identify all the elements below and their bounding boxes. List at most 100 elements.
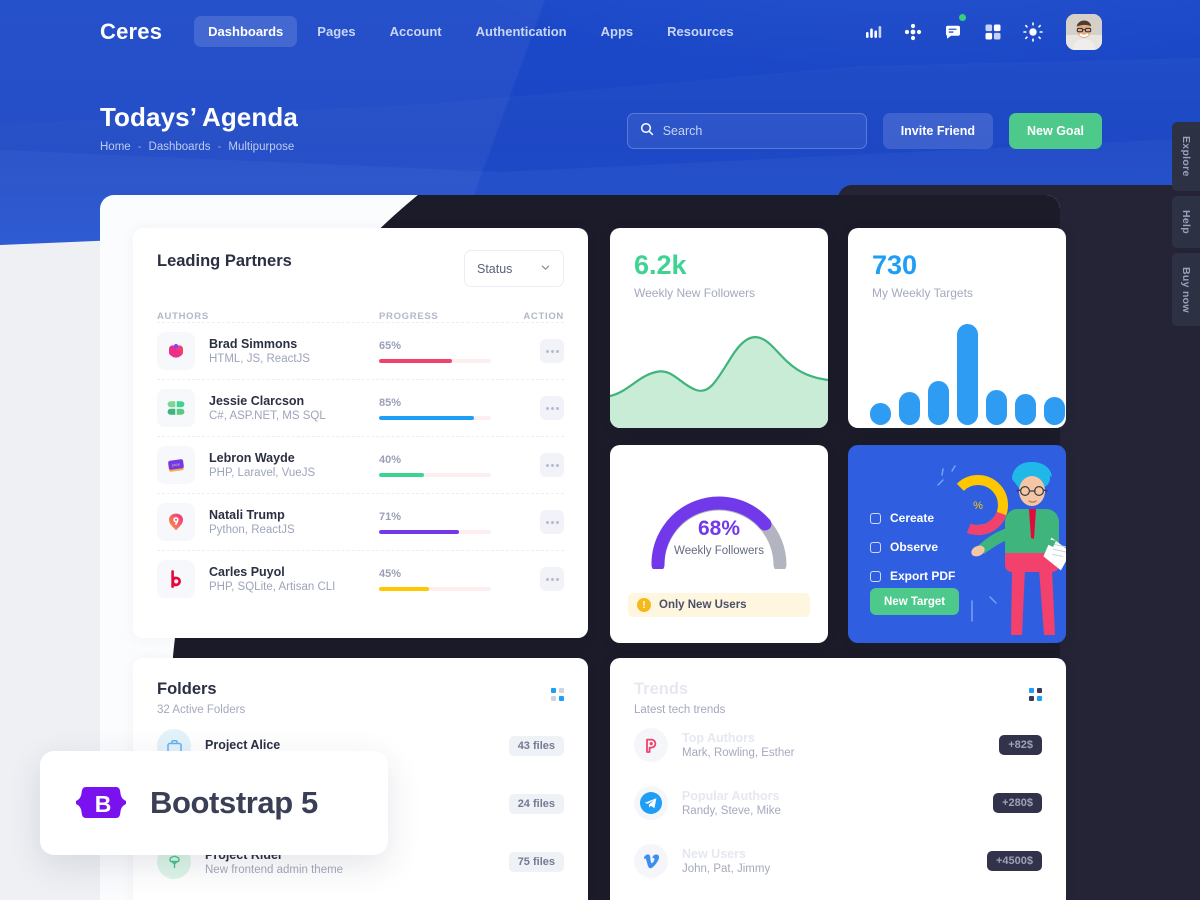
progress-bar-fill	[379, 472, 424, 477]
nav-item-resources[interactable]: Resources	[653, 16, 747, 47]
exclamation-icon: !	[637, 598, 651, 612]
chart-bar-icon[interactable]	[862, 21, 884, 43]
list-item[interactable]: Observe	[870, 540, 955, 554]
invite-friend-button[interactable]: Invite Friend	[882, 113, 994, 149]
ellipsis-icon[interactable]	[540, 567, 564, 591]
list-item[interactable]: New Users John, Pat, Jimmy +4500$	[634, 832, 1042, 890]
partner-progress: 40%	[379, 454, 519, 477]
checkbox-icon[interactable]	[870, 541, 881, 553]
ellipsis-icon[interactable]	[540, 396, 564, 420]
search-input[interactable]	[662, 124, 854, 138]
area-chart	[610, 336, 828, 428]
progress-bar	[379, 358, 491, 363]
plurk-logo-icon	[157, 332, 195, 370]
ellipsis-icon[interactable]	[540, 453, 564, 477]
status-select[interactable]: Status	[464, 250, 564, 287]
folders-subtitle: 32 Active Folders	[157, 704, 246, 716]
stat-label: Weekly New Followers	[634, 286, 756, 300]
status-badge: ! Only New Users	[628, 593, 810, 617]
checkbox-icon[interactable]	[870, 570, 881, 582]
vimeo-icon	[634, 844, 668, 878]
sparkle-icon[interactable]	[902, 21, 924, 43]
progress-bar	[379, 529, 491, 534]
trend-sub: Randy, Steve, Mike	[682, 805, 781, 817]
ellipsis-icon[interactable]	[540, 510, 564, 534]
alert-text: Only New Users	[659, 599, 747, 611]
nav-item-pages[interactable]: Pages	[303, 16, 369, 47]
row-actions	[519, 510, 564, 534]
partner-name: Carles Puyol	[209, 565, 285, 579]
partners-table-header: AUTHORS PROGRESS ACTION	[157, 311, 564, 322]
nine-badge-icon	[157, 503, 195, 541]
list-item[interactable]: Cereate	[870, 511, 955, 525]
progress-bar-fill	[379, 415, 475, 420]
partner-info: Natali Trump Python, ReactJS	[209, 508, 379, 536]
page-title: Todays’ Agenda	[100, 102, 298, 132]
partner-info: Carles Puyol PHP, SQLite, Artisan CLI	[209, 565, 379, 593]
promo-item-label: Cereate	[890, 511, 935, 525]
nav-item-apps[interactable]: Apps	[587, 16, 648, 47]
folder-sub: New frontend admin theme	[205, 864, 344, 876]
list-item[interactable]: Popular Authors Randy, Steve, Mike +280$	[634, 774, 1042, 832]
bar-chart	[870, 324, 1065, 425]
trend-sub: John, Pat, Jimmy	[682, 863, 771, 875]
side-tab-buy-now[interactable]: Buy now	[1172, 252, 1200, 327]
partner-stack: Python, ReactJS	[209, 524, 295, 536]
table-row[interactable]: Carles Puyol PHP, SQLite, Artisan CLI 45…	[157, 550, 564, 607]
status-select-value: Status	[477, 261, 513, 276]
side-tab-help[interactable]: Help	[1172, 195, 1200, 248]
table-row[interactable]: Brad Simmons HTML, JS, ReactJS 65%	[157, 322, 564, 379]
stat-label: My Weekly Targets	[872, 286, 973, 300]
breadcrumb-item-multipurpose[interactable]: Multipurpose	[228, 141, 294, 153]
folder-file-count: 43 files	[508, 736, 564, 756]
nav-item-account[interactable]: Account	[376, 16, 456, 47]
sun-icon[interactable]	[1022, 21, 1044, 43]
nav-item-dashboards[interactable]: Dashboards	[194, 16, 298, 47]
list-item[interactable]: Export PDF	[870, 569, 955, 583]
trend-info: New Users John, Pat, Jimmy	[682, 847, 770, 875]
side-tab-explore[interactable]: Explore	[1172, 122, 1200, 191]
notification-dot	[959, 13, 966, 21]
grid-dots-icon[interactable]	[551, 688, 564, 701]
progress-percent: 65%	[379, 339, 402, 352]
new-target-button[interactable]: New Target	[870, 588, 960, 615]
partner-name: Natali Trump	[209, 508, 285, 522]
prize-card-icon: prize	[157, 446, 195, 484]
row-actions	[519, 339, 564, 363]
new-goal-button[interactable]: New Goal	[1009, 113, 1102, 149]
row-actions	[519, 396, 564, 420]
breadcrumb-item-home[interactable]: Home	[100, 141, 131, 153]
partner-progress: 85%	[379, 397, 519, 420]
grid-dots-icon[interactable]	[1029, 688, 1042, 701]
breadcrumb-item-dashboards[interactable]: Dashboards	[149, 141, 211, 153]
page-header: Todays’ Agenda Home - Dashboards - Multi…	[100, 102, 298, 153]
checkbox-icon[interactable]	[870, 512, 881, 524]
progress-bar-fill	[379, 529, 459, 534]
top-navbar: Ceres Dashboards Pages Account Authentic…	[0, 0, 1200, 63]
search-box[interactable]	[626, 113, 867, 149]
partner-progress: 71%	[379, 511, 519, 534]
table-row[interactable]: prize Lebron Wayde PHP, Laravel, VueJS 4…	[157, 436, 564, 493]
trend-name: Popular Authors	[682, 789, 780, 803]
ellipsis-icon[interactable]	[540, 339, 564, 363]
brand-logo[interactable]: Ceres	[100, 19, 162, 45]
nav-right-actions	[862, 13, 1102, 50]
list-item[interactable]: Top Authors Mark, Rowling, Esther +82$	[634, 716, 1042, 774]
table-row[interactable]: Natali Trump Python, ReactJS 71%	[157, 493, 564, 550]
bootstrap-label: Bootstrap 5	[150, 785, 318, 820]
bootstrap-logo-icon: B	[76, 779, 128, 827]
progress-bar	[379, 415, 491, 420]
chat-icon[interactable]	[942, 13, 966, 43]
svg-text:B: B	[95, 791, 112, 817]
gauge-chart: 68% Weekly Followers	[610, 469, 828, 589]
partner-stack: C#, ASP.NET, MS SQL	[209, 410, 326, 422]
avatar[interactable]	[1066, 13, 1102, 50]
clover-logo-icon	[157, 389, 195, 427]
nav-item-authentication[interactable]: Authentication	[462, 16, 581, 47]
column-progress: PROGRESS	[379, 311, 439, 322]
chevron-down-icon	[540, 262, 551, 276]
table-row[interactable]: Jessie Clarcson C#, ASP.NET, MS SQL 85%	[157, 379, 564, 436]
grid-icon[interactable]	[982, 21, 1004, 43]
partner-progress: 45%	[379, 568, 519, 591]
breadcrumb-separator: -	[137, 141, 142, 153]
